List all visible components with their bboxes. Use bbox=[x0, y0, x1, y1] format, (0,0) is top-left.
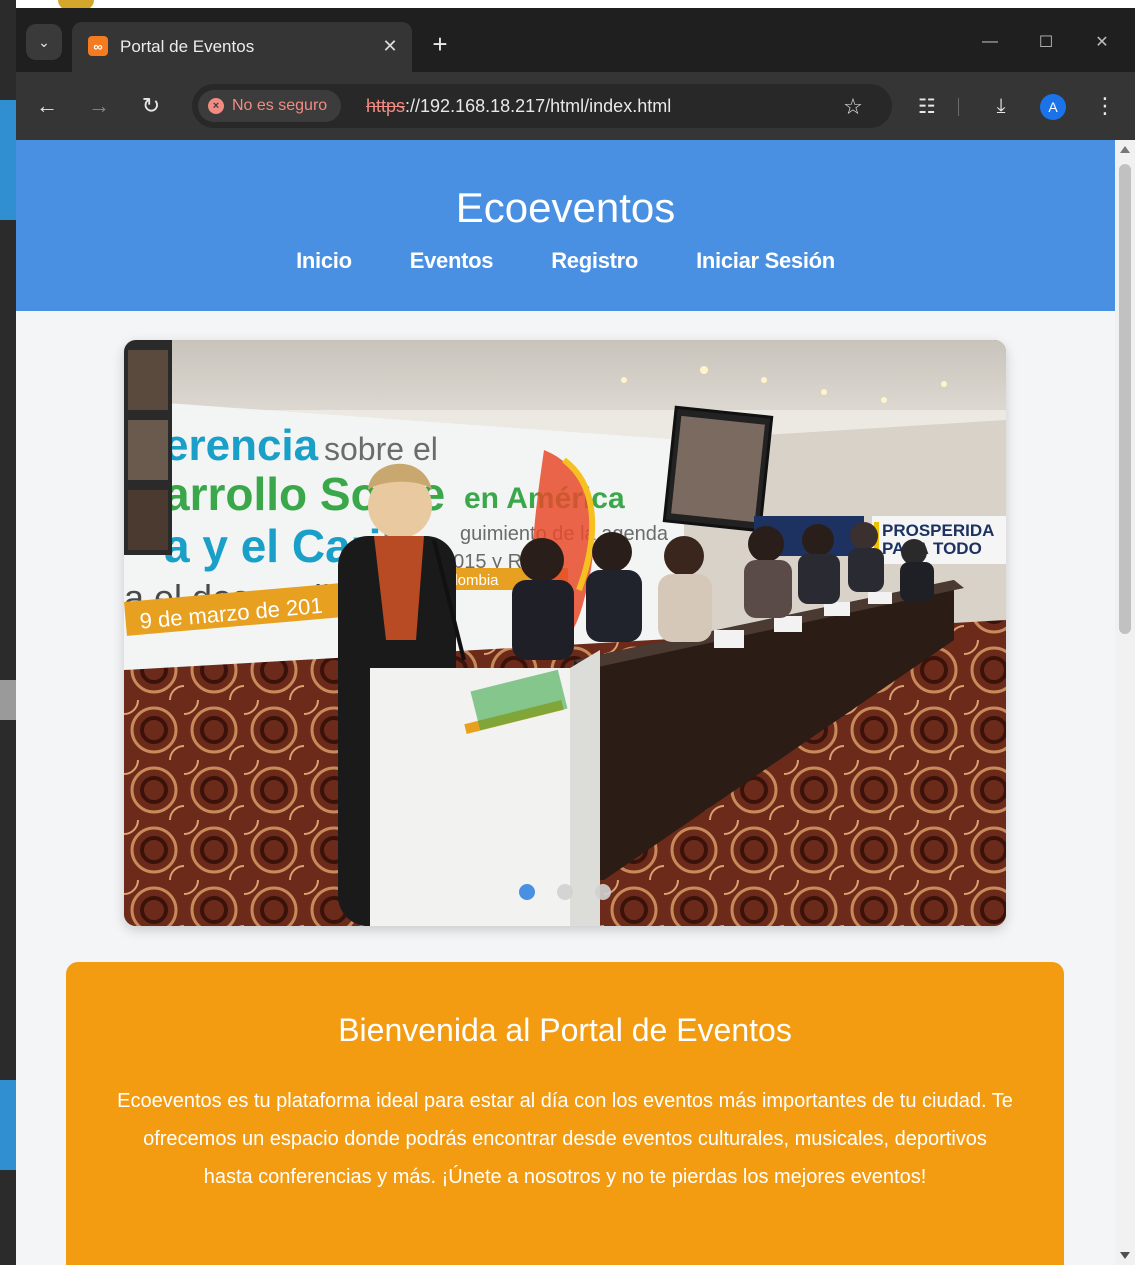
welcome-card: Bienvenida al Portal de Eventos Ecoevent… bbox=[66, 962, 1064, 1265]
scroll-up-arrow-icon[interactable] bbox=[1120, 146, 1130, 153]
plus-icon[interactable]: + bbox=[424, 28, 456, 60]
tab-title: Portal de Eventos bbox=[120, 37, 255, 56]
reload-icon[interactable]: ↻ bbox=[134, 89, 168, 123]
close-icon[interactable]: ✕ bbox=[378, 34, 402, 58]
nav-link-inicio[interactable]: Inicio bbox=[296, 248, 352, 274]
desktop-window-edge bbox=[0, 1080, 16, 1170]
avatar[interactable]: A bbox=[1040, 94, 1066, 120]
banner-text-line1b: sobre el bbox=[324, 431, 438, 467]
welcome-body: Ecoeventos es tu plataforma ideal para e… bbox=[117, 1090, 1013, 1188]
desktop-top-strip bbox=[0, 0, 1135, 8]
scroll-thumb[interactable] bbox=[1119, 164, 1131, 634]
url-host-path: ://192.168.18.217/html/index.html bbox=[405, 96, 672, 116]
desktop-window-edge bbox=[0, 100, 16, 220]
window-close-icon[interactable]: ✕ bbox=[1079, 22, 1125, 62]
security-chip[interactable]: × No es seguro bbox=[198, 90, 342, 122]
tab-search-icon[interactable]: ⌄ bbox=[26, 24, 62, 60]
tab-portal-de-eventos[interactable]: ∞ Portal de Eventos ✕ bbox=[72, 22, 412, 72]
page-scrollbar[interactable] bbox=[1115, 140, 1135, 1265]
desktop-left-strip bbox=[0, 0, 16, 1265]
extensions-icon[interactable]: ☷ bbox=[910, 89, 944, 123]
star-icon[interactable]: ☆ bbox=[838, 92, 868, 122]
hero-slide-image: erencia sobre el arrollo Soste en Améric… bbox=[124, 340, 1006, 926]
nav-link-registro[interactable]: Registro bbox=[551, 248, 638, 274]
browser-window: ⌄ ∞ Portal de Eventos ✕ + — ☐ ✕ ← → ↻ × … bbox=[16, 8, 1135, 1265]
welcome-title: Bienvenida al Portal de Eventos bbox=[338, 1012, 792, 1048]
maximize-icon[interactable]: ☐ bbox=[1023, 22, 1069, 62]
carousel-dot-2[interactable] bbox=[557, 884, 573, 900]
site-nav: Inicio Eventos Registro Iniciar Sesión bbox=[16, 248, 1115, 274]
scroll-down-arrow-icon[interactable] bbox=[1120, 1252, 1130, 1259]
carousel-dot-1[interactable] bbox=[519, 884, 535, 900]
toolbar-divider bbox=[958, 98, 959, 116]
browser-toolbar: ← → ↻ × No es seguro https://192.168.18.… bbox=[16, 72, 1135, 140]
back-arrow-icon[interactable]: ← bbox=[30, 89, 64, 123]
banner-text-line1: erencia bbox=[164, 421, 319, 470]
kebab-menu-icon[interactable]: ⋮ bbox=[1088, 89, 1122, 123]
url-scheme: https bbox=[366, 96, 406, 116]
carousel-dot-3[interactable] bbox=[595, 884, 611, 900]
nav-link-eventos[interactable]: Eventos bbox=[410, 248, 494, 274]
page-viewport: Ecoeventos Inicio Eventos Registro Inici… bbox=[16, 140, 1115, 1265]
warning-icon: × bbox=[208, 98, 224, 114]
download-icon[interactable]: ⤓ bbox=[984, 89, 1018, 123]
url-text[interactable]: https://192.168.18.217/html/index.html bbox=[366, 96, 671, 117]
address-bar[interactable]: × No es seguro https://192.168.18.217/ht… bbox=[192, 84, 892, 128]
carousel-indicators bbox=[124, 884, 1006, 900]
minimize-icon[interactable]: — bbox=[967, 22, 1013, 62]
security-label: No es seguro bbox=[232, 97, 328, 114]
forward-arrow-icon[interactable]: → bbox=[82, 89, 116, 123]
site-brand: Ecoeventos bbox=[455, 184, 676, 231]
site-header: Ecoeventos Inicio Eventos Registro Inici… bbox=[16, 140, 1115, 311]
nav-link-iniciar-sesion[interactable]: Iniciar Sesión bbox=[696, 248, 835, 274]
hero-carousel[interactable]: erencia sobre el arrollo Soste en Améric… bbox=[124, 340, 1006, 926]
desktop-window-edge bbox=[0, 680, 16, 720]
banner-sign-right-2: PARA TODO bbox=[882, 539, 982, 558]
banner-sign-right: PROSPERIDA bbox=[882, 521, 994, 540]
tab-strip: ⌄ ∞ Portal de Eventos ✕ + — ☐ ✕ bbox=[16, 8, 1135, 72]
favicon-icon: ∞ bbox=[88, 36, 108, 56]
